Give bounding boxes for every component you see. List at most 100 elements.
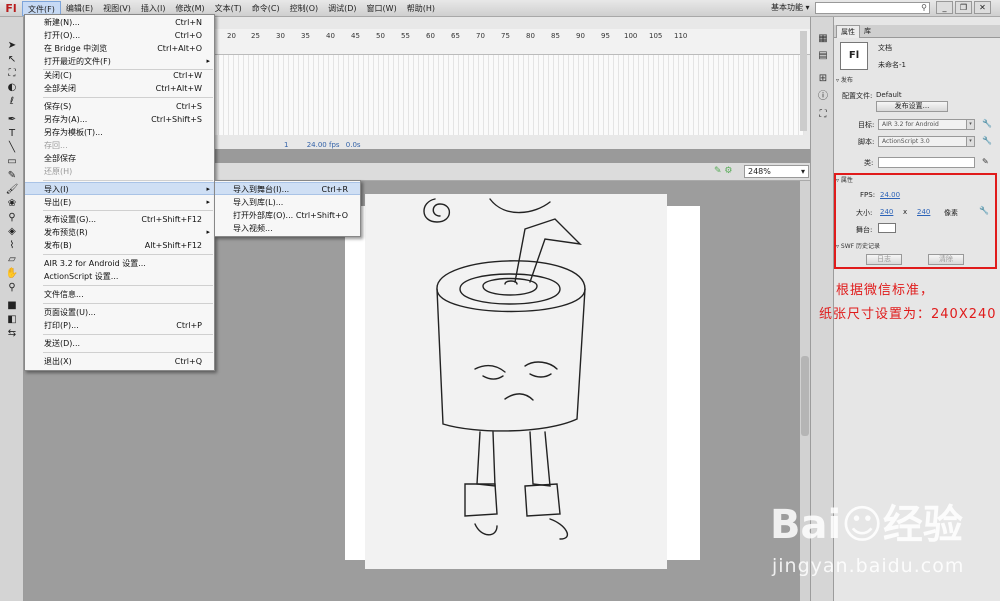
watermark-logo: Bai☺经验 xyxy=(770,502,963,548)
annotation-line-2: 纸张尺寸设置为：240X240 xyxy=(819,307,997,322)
rectangle-tool-icon[interactable]: ▭ xyxy=(4,155,20,168)
menu-item-new[interactable]: 新建(N)... Ctrl+N xyxy=(25,16,214,29)
menu-item-label: 另存为模板(T)... xyxy=(44,128,103,137)
eyedropper-icon[interactable]: ⌇ xyxy=(4,239,20,252)
3d-rotation-icon[interactable]: ◐ xyxy=(4,81,20,94)
search-input[interactable]: ⚲ xyxy=(815,2,930,14)
menu-item-browse-bridge[interactable]: 在 Bridge 中浏览 Ctrl+Alt+O xyxy=(25,42,214,55)
menu-item-actionscript-settings[interactable]: ActionScript 设置... xyxy=(25,270,214,283)
close-button[interactable]: ✕ xyxy=(974,1,991,14)
menu-item-save-as-template[interactable]: 另存为模板(T)... xyxy=(25,126,214,139)
menu-item-publish[interactable]: 发布(B) Alt+Shift+F12 xyxy=(25,239,214,252)
chevron-down-icon: ▾ xyxy=(966,120,974,129)
target-label: 目标: xyxy=(858,121,875,129)
menu-item-close[interactable]: 关闭(C) Ctrl+W xyxy=(25,69,214,82)
swap-colors-icon[interactable]: ⇆ xyxy=(4,327,20,340)
script-settings-icon[interactable]: 🔧 xyxy=(982,136,992,145)
eraser-icon[interactable]: ▱ xyxy=(4,253,20,266)
menu-item-print[interactable]: 打印(P)... Ctrl+P xyxy=(25,319,214,332)
menu-item-exit[interactable]: 退出(X) Ctrl+Q xyxy=(25,355,214,368)
script-select[interactable]: ActionScript 3.0 ▾ xyxy=(878,136,975,147)
menu-item-export[interactable]: 导出(E) ▸ xyxy=(25,196,214,209)
menu-debug[interactable]: 调试(D) xyxy=(323,1,361,16)
pen-tool-icon[interactable]: ✒ xyxy=(4,113,20,126)
menu-separator xyxy=(43,285,213,286)
menu-item-page-setup[interactable]: 页面设置(U)... xyxy=(25,306,214,319)
bone-tool-icon[interactable]: ⚲ xyxy=(4,211,20,224)
menu-item-publish-preview[interactable]: 发布预览(R) ▸ xyxy=(25,226,214,239)
menu-item-air-settings[interactable]: AIR 3.2 for Android 设置... xyxy=(25,257,214,270)
minimize-button[interactable]: _ xyxy=(936,1,953,14)
menu-item-import-to-stage[interactable]: 导入到舞台(I)... Ctrl+R xyxy=(215,182,360,195)
menu-item-import-video[interactable]: 导入视频... xyxy=(215,222,360,235)
workspace-switcher[interactable]: 基本功能 ▾ xyxy=(771,2,810,13)
menu-separator xyxy=(43,180,213,181)
tab-properties[interactable]: 属性 xyxy=(836,25,860,38)
paint-bucket-icon[interactable]: ◈ xyxy=(4,225,20,238)
swatches-icon[interactable]: ▤ xyxy=(817,50,829,62)
target-select[interactable]: AIR 3.2 for Android ▾ xyxy=(878,119,975,130)
ruler-tick: 25 xyxy=(251,32,260,40)
fill-color-icon[interactable]: ◧ xyxy=(4,313,20,326)
timeline-scrollbar[interactable] xyxy=(800,31,807,131)
menu-item-label: 全部保存 xyxy=(44,154,76,163)
menu-item-import-to-library[interactable]: 导入到库(L)... xyxy=(215,196,360,209)
free-transform-icon[interactable]: ⛶ xyxy=(4,67,20,80)
info-icon[interactable]: ⓘ xyxy=(817,91,829,103)
zoom-tool-icon[interactable]: ⚲ xyxy=(4,281,20,294)
menu-item-send[interactable]: 发送(D)... xyxy=(25,337,214,350)
profile-value: Default xyxy=(876,91,902,99)
stroke-color-icon[interactable]: ■ xyxy=(4,299,20,312)
menu-control[interactable]: 控制(O) xyxy=(285,1,324,16)
text-tool-icon[interactable]: T xyxy=(4,127,20,140)
menu-commands[interactable]: 命令(C) xyxy=(247,1,285,16)
color-panel-icon[interactable]: ▦ xyxy=(817,33,829,45)
selection-tool-icon[interactable]: ➤ xyxy=(4,39,20,52)
sketch-image[interactable] xyxy=(365,194,667,569)
scrollbar-thumb[interactable] xyxy=(801,356,809,436)
ruler-tick: 30 xyxy=(276,32,285,40)
target-value: AIR 3.2 for Android xyxy=(882,121,939,128)
edit-class-icon[interactable]: ✎ xyxy=(982,157,989,166)
class-input[interactable] xyxy=(878,157,975,168)
target-settings-icon[interactable]: 🔧 xyxy=(982,119,992,128)
menu-item-save[interactable]: 保存(S) Ctrl+S xyxy=(25,100,214,113)
edit-symbol-icon[interactable]: ✎ ⚙ xyxy=(714,166,732,176)
tab-library[interactable]: 库 xyxy=(860,25,875,38)
menu-item-import[interactable]: 导入(I) ▸ xyxy=(25,182,214,195)
menu-item-open[interactable]: 打开(O)... Ctrl+O xyxy=(25,29,214,42)
menu-item-label: 打开最近的文件(F) xyxy=(44,57,111,66)
publish-section-header[interactable]: ▿ 发布 xyxy=(836,75,853,84)
menu-help[interactable]: 帮助(H) xyxy=(402,1,440,16)
hand-tool-icon[interactable]: ✋ xyxy=(4,267,20,280)
menu-text[interactable]: 文本(T) xyxy=(210,1,247,16)
frame-grid[interactable] xyxy=(214,55,804,135)
search-icon: ⚲ xyxy=(921,3,927,12)
flash-logo: Fl xyxy=(5,1,17,15)
restore-button[interactable]: ❐ xyxy=(955,1,972,14)
menu-item-label: 发送(D)... xyxy=(44,339,81,348)
zoom-select[interactable]: 248% ▾ xyxy=(744,165,809,178)
menu-item-save-as[interactable]: 另存为(A)... Ctrl+Shift+S xyxy=(25,113,214,126)
brush-tool-icon[interactable]: 🖌 xyxy=(4,183,20,196)
lasso-icon[interactable]: ℓ xyxy=(4,95,20,108)
menu-item-open-external-library[interactable]: 打开外部库(O)... Ctrl+Shift+O xyxy=(215,209,360,222)
publish-settings-button[interactable]: 发布设置... xyxy=(876,101,948,112)
pencil-tool-icon[interactable]: ✎ xyxy=(4,169,20,182)
deco-tool-icon[interactable]: ❀ xyxy=(4,197,20,210)
line-tool-icon[interactable]: ╲ xyxy=(4,141,20,154)
menu-item-shortcut: Ctrl+W xyxy=(173,71,202,80)
subselection-tool-icon[interactable]: ↖ xyxy=(4,53,20,66)
menu-window[interactable]: 窗口(W) xyxy=(362,1,402,16)
transform-icon[interactable]: ⛶ xyxy=(817,109,829,121)
menu-separator xyxy=(43,334,213,335)
menu-item-open-recent[interactable]: 打开最近的文件(F) ▸ xyxy=(25,55,214,68)
menu-item-save-all[interactable]: 全部保存 xyxy=(25,152,214,165)
menu-item-file-info[interactable]: 文件信息... xyxy=(25,288,214,301)
menu-item-publish-settings[interactable]: 发布设置(G)... Ctrl+Shift+F12 xyxy=(25,213,214,226)
align-icon[interactable]: ⊞ xyxy=(817,73,829,85)
menu-item-label: 打印(P)... xyxy=(44,321,79,330)
menu-item-close-all[interactable]: 全部关闭 Ctrl+Alt+W xyxy=(25,82,214,95)
ruler-tick: 20 xyxy=(227,32,236,40)
ruler-tick: 45 xyxy=(351,32,360,40)
